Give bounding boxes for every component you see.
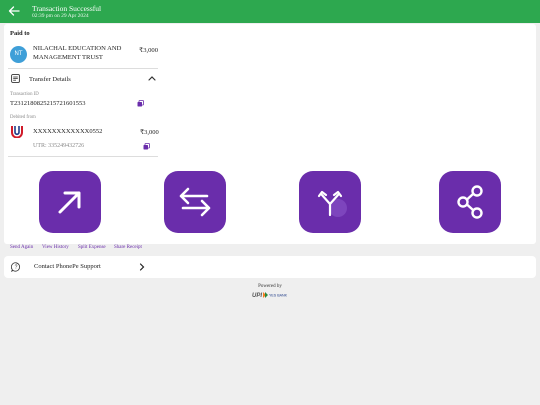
bank-logo-icon (11, 126, 23, 138)
chevron-up-icon[interactable] (148, 75, 156, 81)
arrow-up-right-icon (58, 191, 81, 214)
receipt-icon (11, 74, 20, 83)
upi-logo-icon: UPI YES BANK (252, 292, 288, 299)
divider (8, 68, 158, 69)
back-arrow-icon[interactable] (7, 4, 21, 18)
transaction-card: Paid to NT NILACHAL EDUCATION AND MANAGE… (4, 24, 536, 244)
copy-icon[interactable] (137, 100, 144, 107)
help-chat-icon: ? (11, 262, 20, 272)
share-receipt-button[interactable] (439, 171, 501, 233)
transaction-id-label: Transaction ID (10, 92, 39, 97)
debited-from-label: Debited from (10, 115, 36, 120)
powered-by-label: Powered by (258, 284, 282, 289)
bank-logo-text: YES BANK (269, 294, 288, 298)
divider (8, 156, 158, 157)
app-header: Transaction Successful 02:39 pm on 29 Ap… (0, 0, 540, 23)
page-title: Transaction Successful (32, 4, 102, 13)
payee-avatar: NT (10, 46, 27, 63)
send-again-button[interactable] (39, 171, 101, 233)
split-expense-label[interactable]: Split Expense (78, 245, 106, 250)
contact-support-row[interactable]: ? Contact PhonePe Support (4, 256, 536, 278)
view-history-button[interactable] (164, 171, 226, 233)
swap-arrows-icon (179, 187, 211, 217)
share-icon (457, 185, 483, 219)
split-expense-button[interactable] (299, 171, 361, 233)
utr-number: UTR: 335249432726 (33, 143, 85, 149)
view-history-label[interactable]: View History (42, 245, 69, 250)
upi-logo-text: UPI (252, 293, 262, 299)
split-arrows-icon (317, 190, 347, 217)
copy-utr-icon[interactable] (143, 143, 150, 150)
chevron-right-icon (139, 263, 145, 271)
debit-account-number: XXXXXXXXXXXX0552 (33, 128, 103, 135)
contact-support-label: Contact PhonePe Support (34, 263, 101, 270)
transaction-id-value: T2312180825215721601553 (10, 100, 86, 107)
share-receipt-label[interactable]: Share Receipt (114, 245, 142, 250)
debit-amount: ₹3,000 (140, 129, 159, 136)
svg-text:?: ? (15, 265, 18, 271)
transfer-details-label[interactable]: Transfer Details (29, 76, 71, 83)
payee-amount: ₹3,000 (139, 47, 159, 54)
send-again-label[interactable]: Send Again (10, 245, 33, 250)
payee-name: NILACHAL EDUCATION AND MANAGEMENT TRUST (33, 45, 122, 61)
transaction-timestamp: 02:39 pm on 29 Apr 2024 (32, 13, 89, 19)
paid-to-label: Paid to (10, 30, 30, 37)
